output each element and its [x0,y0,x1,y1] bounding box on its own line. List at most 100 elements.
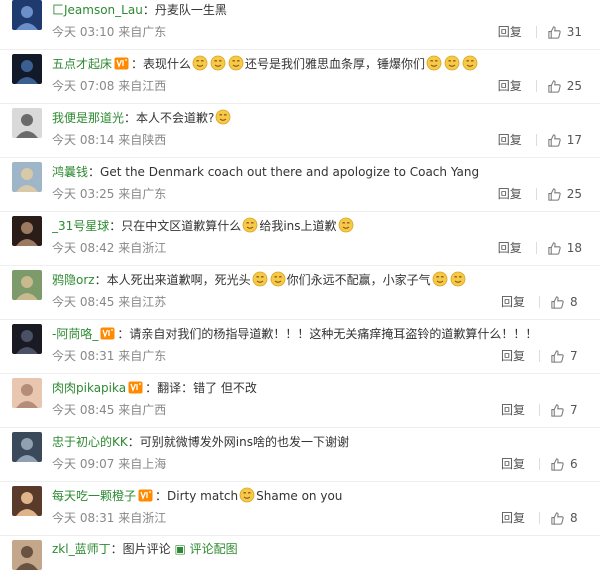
reply-button[interactable]: 回复 [498,185,522,203]
comment-content: _31号星球：只在中文区道歉算什么 给我ins上道歉 [52,217,590,235]
thumbs-up-icon [548,133,561,147]
like-button[interactable]: 8 [550,509,582,527]
colon: ： [88,165,101,179]
reply-button[interactable]: 回复 [498,239,522,257]
avatar[interactable] [12,54,42,84]
thumbs-up-icon [551,295,564,309]
reply-button[interactable]: 回复 [501,401,525,419]
avatar[interactable] [12,108,42,138]
avatar[interactable] [12,0,42,30]
comment-time: 今天 08:14 [52,133,115,147]
avatar[interactable] [12,216,42,246]
comment-text: 请亲自对我们的杨指导道歉！！！这种无关痛痒掩耳盗铃的道歉算什么！！！ [129,327,538,341]
avatar-image [12,54,42,84]
comment-text: 可别就微博发外网ins啥的也发一下谢谢 [139,435,349,449]
emoji-icon [432,271,448,287]
comment-time: 今天 08:45 [52,403,115,417]
comment-meta: 今天 03:25 来自广东 [52,186,166,202]
like-button[interactable]: 6 [550,455,582,473]
comment-content: 匚Jeamson_Lau：丹麦队一生黑 [52,1,590,19]
comment-meta: 今天 03:10 来自广东 [52,24,166,40]
like-count: 8 [570,295,578,309]
avatar[interactable] [12,486,42,516]
comment-text: 翻译：错了 但不改 [157,381,257,395]
comment-content: zkl_蓝师丁：图片评论 ▣ 评论配图 [52,540,590,558]
emoji-icon [239,487,255,503]
comment-actions: 回复 8 [501,509,582,527]
avatar[interactable] [12,378,42,408]
comment-meta: 今天 08:45 来自江苏 [52,294,166,310]
like-button[interactable]: 7 [550,347,582,365]
emoji-icon [252,271,268,287]
emoji-icon [242,217,258,233]
comment-item: 匚Jeamson_Lau：丹麦队一生黑 今天 03:10 来自广东 回复 31 [0,0,600,50]
comment-location: 来自广东 [118,25,167,39]
comment-username[interactable]: 我便是那道光 [52,111,124,125]
avatar-image [12,216,42,246]
like-button[interactable]: 17 [547,131,582,149]
avatar[interactable] [12,270,42,300]
like-button[interactable]: 18 [547,239,582,257]
like-count: 18 [566,241,582,255]
thumbs-up-icon [548,241,561,255]
comment-meta: 今天 09:07 来自上海 [52,456,166,472]
emoji-icon [462,55,478,71]
comment-content: 我便是那道光：本人不会道歉? [52,109,590,127]
comment-location: 来自浙江 [118,241,167,255]
avatar-image [12,0,42,30]
comment-username[interactable]: 鸿曩钱 [52,165,88,179]
avatar[interactable] [12,324,42,354]
avatar[interactable] [12,162,42,192]
comment-time: 今天 07:08 [52,79,115,93]
image-comment-link[interactable]: 评论配图 [190,542,238,556]
like-button[interactable]: 7 [550,401,582,419]
comment-time: 今天 08:31 [52,349,115,363]
comment-username[interactable]: -阿茼咯_ [52,327,98,341]
comment-username[interactable]: 忠于初心的KK [52,435,128,449]
reply-button[interactable]: 回复 [501,509,525,527]
comment-text: 只在中文区道歉算什么 [121,219,242,233]
colon: ： [117,327,130,341]
thumbs-up-icon [548,79,561,93]
comment-item: 五点才起床 ：表现什么 还号是我们雅思血条厚，锤爆你们 今天 07:08 来自江西 回复… [0,50,600,104]
reply-button[interactable]: 回复 [498,23,522,41]
comment-text: 本人死出来道歉啊，死光头 [106,273,251,287]
vip-badge-icon [138,489,153,502]
comment-username[interactable]: zkl_蓝师丁 [52,542,111,556]
comment-username[interactable]: 匚Jeamson_Lau [52,3,143,17]
like-button[interactable]: 8 [550,293,582,311]
divider [539,512,540,524]
like-button[interactable]: 25 [547,77,582,95]
comment-time: 今天 08:31 [52,511,115,525]
comment-username[interactable]: 五点才起床 [52,57,112,71]
emoji-icon [444,55,460,71]
comment-content: 五点才起床 ：表现什么 还号是我们雅思血条厚，锤爆你们 [52,55,590,73]
comment-text: Get the Denmark coach out there and apol… [100,165,480,179]
avatar[interactable] [12,432,42,462]
avatar[interactable] [12,540,42,570]
comment-location: 来自浙江 [118,511,167,525]
comment-item: 每天吃一颗橙子 ：Dirty match Shame on you 今天 08:31 … [0,482,600,536]
emoji-icon [228,55,244,71]
comment-meta: 今天 08:45 来自广西 [52,402,166,418]
comment-username[interactable]: 鸦隐orz [52,273,95,287]
colon: ： [94,273,107,287]
comment-username[interactable]: 肉肉pikapika [52,381,126,395]
colon: ： [109,219,122,233]
divider [539,350,540,362]
reply-button[interactable]: 回复 [501,293,525,311]
divider [535,80,537,92]
reply-button[interactable]: 回复 [501,455,525,473]
colon: ： [142,3,155,17]
comment-username[interactable]: 每天吃一颗橙子 [52,489,136,503]
reply-button[interactable]: 回复 [498,77,522,95]
thumbs-up-icon [551,403,564,417]
reply-button[interactable]: 回复 [501,347,525,365]
reply-button[interactable]: 回复 [498,131,522,149]
colon: ： [124,111,137,125]
colon: ： [131,57,144,71]
emoji-icon [210,55,226,71]
comment-username[interactable]: _31号星球 [52,219,109,233]
like-button[interactable]: 25 [547,185,582,203]
like-button[interactable]: 31 [547,23,582,41]
